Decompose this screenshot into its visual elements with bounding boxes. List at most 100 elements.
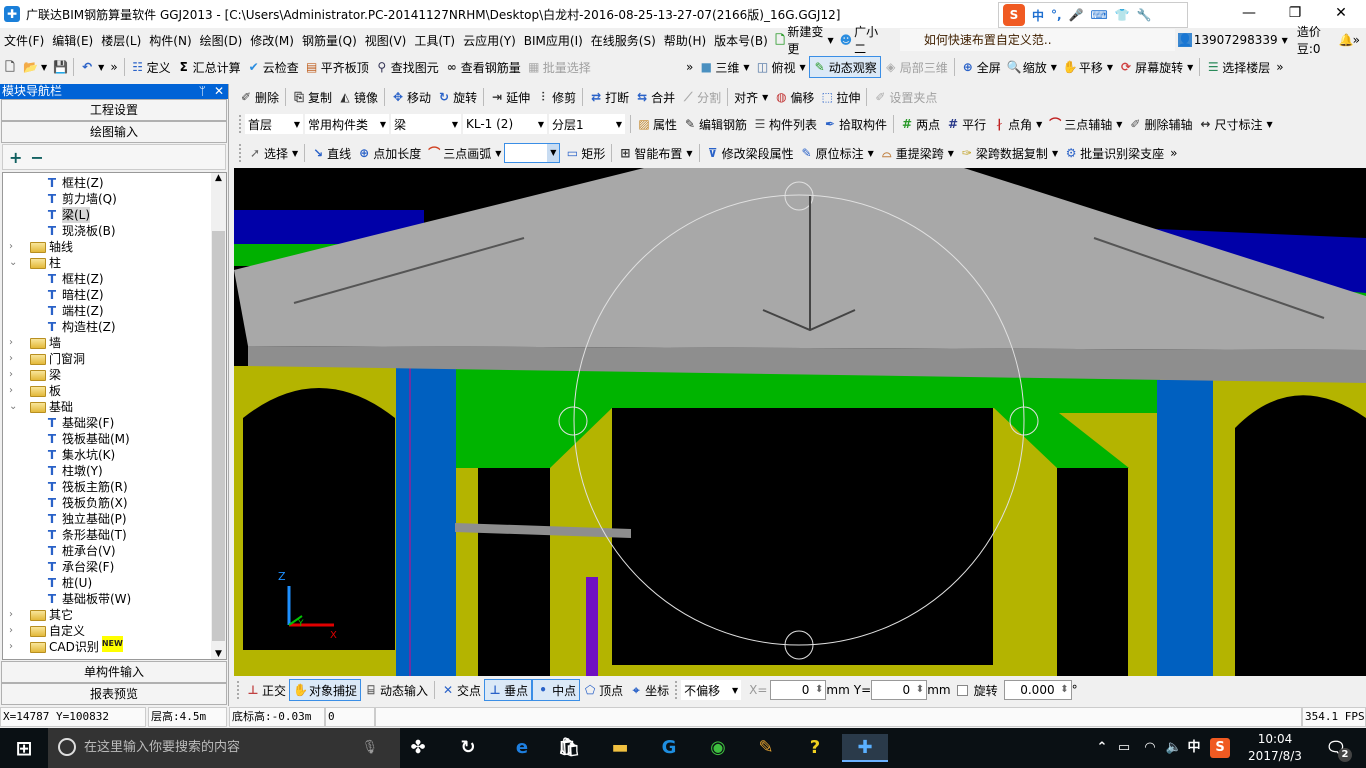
toolbar-grip[interactable] [237,681,240,699]
file-explorer-icon[interactable]: ▬ [606,734,634,762]
help-app-icon[interactable]: ? [801,734,829,762]
tree-folder[interactable]: › 墙 [9,335,61,351]
stretch-button[interactable]: ⬚ 拉伸 [817,86,863,108]
chevron-down-icon[interactable]: ⌄ [9,255,19,271]
tree-item[interactable]: T 独立基础(P) [45,511,127,527]
smart-place-button[interactable]: ⊞ 智能布置 ▼ [615,142,695,164]
re-span-button[interactable]: ⌓ 重提梁跨 ▼ [877,142,957,164]
wrench-icon[interactable]: 🔧 [1137,8,1152,22]
rectangle-button[interactable]: ▭ 矩形 [562,142,608,164]
menu-item[interactable]: 构件(N) [145,32,195,49]
more-button[interactable]: » [1273,56,1286,78]
tip-link[interactable]: 如何快速布置自定义范.. [899,29,1175,51]
collapse-all-icon[interactable]: − [30,148,43,167]
in-situ-label-button[interactable]: ✎ 原位标注 ▼ [797,142,877,164]
green-app-icon[interactable]: ◉ [704,734,732,762]
tree-item[interactable]: T 构造柱(Z) [45,319,116,335]
tree-item[interactable]: T 梁(L) [45,207,91,223]
menu-item[interactable]: 钢筋量(Q) [298,32,361,49]
chevron-right-icon[interactable]: › [9,639,19,655]
glasses-button[interactable]: ∞ 查看钢筋量 [442,56,524,78]
line-button[interactable]: ↘ 直线 [308,142,354,164]
three-point-axis-button[interactable]: ⌒ 三点辅轴 ▼ [1045,113,1125,135]
chevron-down-icon[interactable]: ▼ [1116,120,1122,129]
tree-item[interactable]: T 条形基础(T) [45,527,127,543]
offset-mode-select[interactable]: 不偏移 ▼ [681,680,742,700]
chevron-down-icon[interactable]: ▼ [948,149,954,158]
tree-folder[interactable]: › 板 [9,383,61,399]
line-style-combo[interactable]: ▼ [504,143,561,163]
fan-app-icon[interactable]: ✤ [404,734,432,762]
tree-folder[interactable]: › 其它 [9,607,73,623]
set-grip-button[interactable]: ✐ 设置夹点 [870,86,940,108]
dimension-button[interactable]: ↔ 尺寸标注 ▼ [1195,113,1275,135]
break-button[interactable]: ⇄ 打断 [586,86,632,108]
chevron-down-icon[interactable]: ▼ [495,149,501,158]
batch-select-button[interactable]: ▦ 批量选择 [524,56,594,78]
zoom-button[interactable]: 🔍 缩放 ▼ [1004,56,1060,78]
trim-button[interactable]: ⫶ 修剪 [533,86,579,108]
bell-icon[interactable]: 🔔 [1339,33,1354,47]
pick-button[interactable]: ✒ 拾取构件 [820,113,890,135]
chevron-down-icon[interactable]: ▼ [98,63,104,72]
orbit-button[interactable]: ✎ 动态观察 [808,56,881,78]
new-file-button[interactable]: 🗋 [0,56,20,78]
tree-folder[interactable]: › 门窗洞 [9,351,85,367]
swirl-app-icon[interactable]: ↻ [454,734,482,762]
component-combo[interactable]: 常用构件类 ▼ [305,114,389,134]
tree-item[interactable]: T 集水坑(K) [45,447,115,463]
move-button[interactable]: ✥ 移动 [388,86,434,108]
tree-item[interactable]: T 框柱(Z) [45,271,104,287]
fullscreen-button[interactable]: ⊕ 全屏 [958,56,1004,78]
chevron-down-icon[interactable]: ⌄ [9,399,19,415]
rotate-button[interactable]: ↻ 旋转 [434,86,480,108]
pan-button[interactable]: ✋ 平移 ▼ [1060,56,1116,78]
skin-icon[interactable]: 👕 [1115,8,1130,22]
sigma-button[interactable]: Σ 汇总计算 [174,56,244,78]
tree-item[interactable]: T 桩承台(V) [45,543,116,559]
account-button[interactable]: 👤 13907298339 ▼ [1175,29,1291,51]
chevron-down-icon[interactable]: ▼ [41,63,47,72]
more-button[interactable]: » [1167,142,1180,164]
ggj-app-icon[interactable]: ✚ [842,734,888,762]
draw-input-button[interactable]: 绘图输入 [1,121,227,143]
tree-item[interactable]: T 承台梁(F) [45,559,114,575]
intersection-button[interactable]: ✕ 交点 [438,679,484,701]
align-button[interactable]: 对齐 ▼ [731,86,771,108]
expand-all-icon[interactable]: + [9,148,22,167]
parallel-button[interactable]: # 平行 [943,113,989,135]
tree-folder[interactable]: › CAD识别 NEW [9,636,123,655]
x-input[interactable]: 0 [770,680,827,700]
scroll-down-icon[interactable]: ▼ [211,649,226,659]
tree-item[interactable]: T 基础板带(W) [45,591,131,607]
cube-button[interactable]: ■ 三维 ▼ [696,56,752,78]
notepad-app-icon[interactable]: ✎ [752,734,780,762]
merge-button[interactable]: ⇆ 合并 [632,86,678,108]
rotate-checkbox[interactable] [956,684,968,696]
report-preview-button[interactable]: 报表预览 [1,683,227,705]
tree-item[interactable]: T 框柱(Z) [45,175,104,191]
arc-button[interactable]: ⌒ 三点画弧 ▼ [424,142,504,164]
menu-item[interactable]: 云应用(Y) [459,32,520,49]
component-combo[interactable]: 首层 ▼ [245,114,303,134]
toolbar-grip[interactable] [239,144,242,162]
copy-button[interactable]: ⎘ 复制 [289,86,335,108]
binoculars-button[interactable]: ⚲ 查找图元 [372,56,442,78]
scroll-up-icon[interactable]: ▲ [211,173,226,183]
modify-span-button[interactable]: ⊽ 修改梁段属性 [703,142,797,164]
properties-button[interactable]: ▨ 属性 [634,113,680,135]
chevron-down-icon[interactable]: ▼ [743,63,749,72]
tree-item[interactable]: T 柱墩(Y) [45,463,103,479]
extend-button[interactable]: ⇥ 延伸 [487,86,533,108]
menu-item[interactable]: 视图(V) [361,32,411,49]
tree-folder[interactable]: ⌄ 柱 [9,255,61,271]
windows-start-icon[interactable]: ⊞ [10,734,38,762]
chevron-down-icon[interactable]: ▼ [1107,63,1113,72]
edit-rebar-button[interactable]: ✎ 编辑钢筋 [680,113,750,135]
ime-lang-indicator[interactable]: 中 [1180,734,1208,762]
taskbar-search[interactable]: 在这里输入你要搜索的内容 🎙 [48,728,400,768]
rotate-screen-button[interactable]: ⟳ 屏幕旋转 ▼ [1116,56,1196,78]
chevron-right-icon[interactable]: › [9,351,19,367]
align-slab-button[interactable]: ▤ 平齐板顶 [302,56,372,78]
mirror-button[interactable]: ◭ 镜像 [335,86,381,108]
